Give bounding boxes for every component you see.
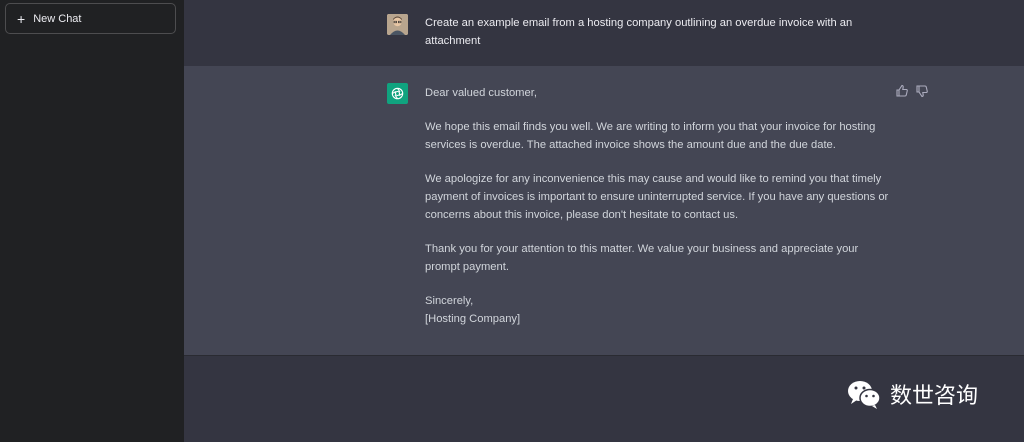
- response-paragraph: Dear valued customer,: [425, 87, 537, 99]
- response-paragraph: [Hosting Company]: [425, 313, 521, 325]
- response-paragraph: Sincerely,: [425, 295, 474, 307]
- plus-icon: +: [17, 10, 26, 27]
- thumbs-up-icon[interactable]: [895, 84, 909, 98]
- watermark: 数世咨询: [844, 374, 978, 414]
- wechat-icon: [844, 374, 884, 414]
- user-prompt-text: Create an example email from a hosting c…: [425, 17, 853, 47]
- assistant-response-text: Dear valued customer, We hope this email…: [425, 84, 895, 328]
- thumbs-down-icon[interactable]: [915, 84, 929, 98]
- watermark-text: 数世咨询: [890, 384, 979, 409]
- response-paragraph: Thank you for your attention to this mat…: [425, 243, 859, 273]
- assistant-message-row: Dear valued customer, We hope this email…: [184, 66, 1024, 356]
- openai-logo-icon: [387, 83, 408, 104]
- user-avatar: [387, 14, 408, 35]
- response-paragraph: We hope this email finds you well. We ar…: [425, 121, 876, 151]
- user-message-row: Create an example email from a hosting c…: [184, 0, 1024, 67]
- sidebar: + New Chat: [0, 0, 184, 442]
- response-paragraph: We apologize for any inconvenience this …: [425, 173, 889, 221]
- new-chat-button[interactable]: + New Chat: [5, 3, 176, 34]
- new-chat-label: New Chat: [33, 12, 82, 25]
- feedback-buttons: [895, 84, 929, 98]
